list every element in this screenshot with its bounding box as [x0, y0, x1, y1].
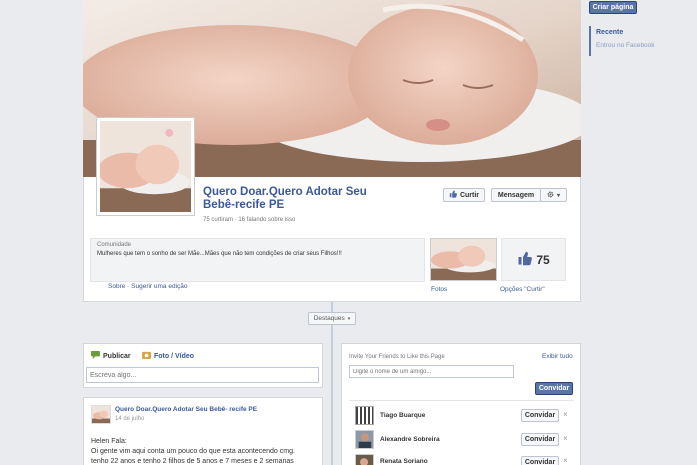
profile-picture[interactable] [96, 117, 195, 216]
like-button-label: Curtir [459, 191, 480, 199]
post-date[interactable]: 14 de julho [115, 416, 144, 422]
status-input[interactable] [86, 367, 319, 383]
page-title-line2[interactable]: Bebê-recife PE [203, 199, 438, 212]
post-body: Helen Fala: Oi gente vim aqui conta um p… [91, 437, 319, 465]
nav-recent[interactable]: Recente [596, 29, 661, 36]
publish-tab-label: Publicar [103, 352, 131, 360]
timeline-nav: Recente Entrou no Facebook [589, 26, 661, 56]
photo-video-tab[interactable]: Foto / Vídeo [142, 351, 194, 361]
photos-image [431, 239, 496, 280]
thumbs-up-icon [517, 251, 533, 268]
post-author[interactable]: Quero Doar.Quero Adotar Seu Bebê- recife… [115, 406, 257, 413]
remove-friend-icon[interactable]: × [563, 434, 568, 443]
friend-avatar[interactable] [355, 430, 374, 449]
page-title-line1[interactable]: Quero Doar.Quero Adotar Seu [203, 186, 438, 199]
friend-name[interactable]: Tiago Buarque [380, 412, 425, 419]
invite-divider [349, 400, 574, 401]
friend-name[interactable]: Renata Soriano [380, 458, 428, 465]
about-links: Sobre · Sugerir uma edição [108, 283, 188, 290]
highlights-dropdown[interactable]: Destaques ▾ [308, 312, 356, 325]
likes-count: 75 [536, 252, 550, 267]
about-box [90, 238, 425, 282]
timeline-spine [331, 302, 333, 465]
photo-icon [142, 351, 151, 361]
like-thumb-icon [449, 190, 457, 200]
chevron-down-icon: ▾ [347, 315, 351, 322]
suggest-edit-link[interactable]: Sugerir uma edição [131, 283, 187, 290]
see-all-link[interactable]: Exibir tudo [542, 353, 573, 360]
remove-friend-icon[interactable]: × [563, 456, 568, 465]
invite-friend-button[interactable]: Convidar [521, 456, 559, 465]
photos-label[interactable]: Fotos [431, 286, 447, 293]
friend-avatar-image [356, 455, 373, 465]
publish-icon [91, 351, 100, 361]
page-title[interactable]: Quero Doar.Quero Adotar Seu Bebê-recife … [203, 186, 438, 212]
invite-title: Invite Your Friends to Like this Page [349, 354, 445, 360]
about-link[interactable]: Sobre [108, 283, 125, 290]
post-line: Oi gente vim aqui conta um pouco do que … [91, 448, 295, 455]
photos-thumbnail[interactable] [430, 238, 497, 281]
settings-dropdown[interactable]: ▾ [540, 188, 567, 202]
likes-box[interactable]: 75 [501, 238, 566, 281]
friend-search-input[interactable] [349, 365, 514, 378]
profile-image [100, 121, 191, 212]
create-page-button[interactable]: Criar página [589, 1, 637, 14]
highlights-label: Destaques [313, 315, 345, 322]
post-avatar-image [92, 406, 110, 423]
photo-video-tab-label: Foto / Vídeo [154, 352, 195, 360]
likes-options-link[interactable]: Opções "Curtir" [500, 286, 545, 293]
friend-row: Alexandre Sobreira Convidar × [355, 430, 573, 450]
page-description: Mulheres que tem o sonho de ser Mãe...Mã… [97, 251, 342, 257]
invite-friend-button[interactable]: Convidar [521, 433, 559, 446]
chevron-down-icon: ▾ [556, 192, 560, 199]
message-button[interactable]: Mensagem [491, 188, 541, 202]
gear-icon [547, 191, 554, 200]
post-avatar[interactable] [91, 405, 111, 424]
friend-row: Renata Soriano Convidar × [355, 454, 573, 465]
friend-name[interactable]: Alexandre Sobreira [380, 436, 440, 443]
invite-submit-button[interactable]: Convidar [535, 382, 573, 395]
nav-joined-facebook[interactable]: Entrou no Facebook [596, 42, 661, 49]
invite-friend-button[interactable]: Convidar [521, 409, 559, 422]
page-category: Comunidade [97, 242, 132, 248]
friend-avatar[interactable] [355, 454, 374, 465]
like-button[interactable]: Curtir [443, 188, 485, 202]
post-line: Helen Fala: [91, 438, 127, 445]
page-stats: 75 curtiram · 16 falando sobre isso [203, 217, 296, 223]
friend-avatar-image [356, 431, 373, 448]
qr-avatar-icon[interactable] [355, 406, 374, 425]
publish-tab[interactable]: Publicar [91, 351, 131, 361]
post-line: tenho 22 anos e tenho 2 filhos de 5 anos… [91, 458, 294, 465]
friend-row: Tiago Buarque Convidar × [355, 406, 573, 426]
remove-friend-icon[interactable]: × [563, 410, 568, 419]
